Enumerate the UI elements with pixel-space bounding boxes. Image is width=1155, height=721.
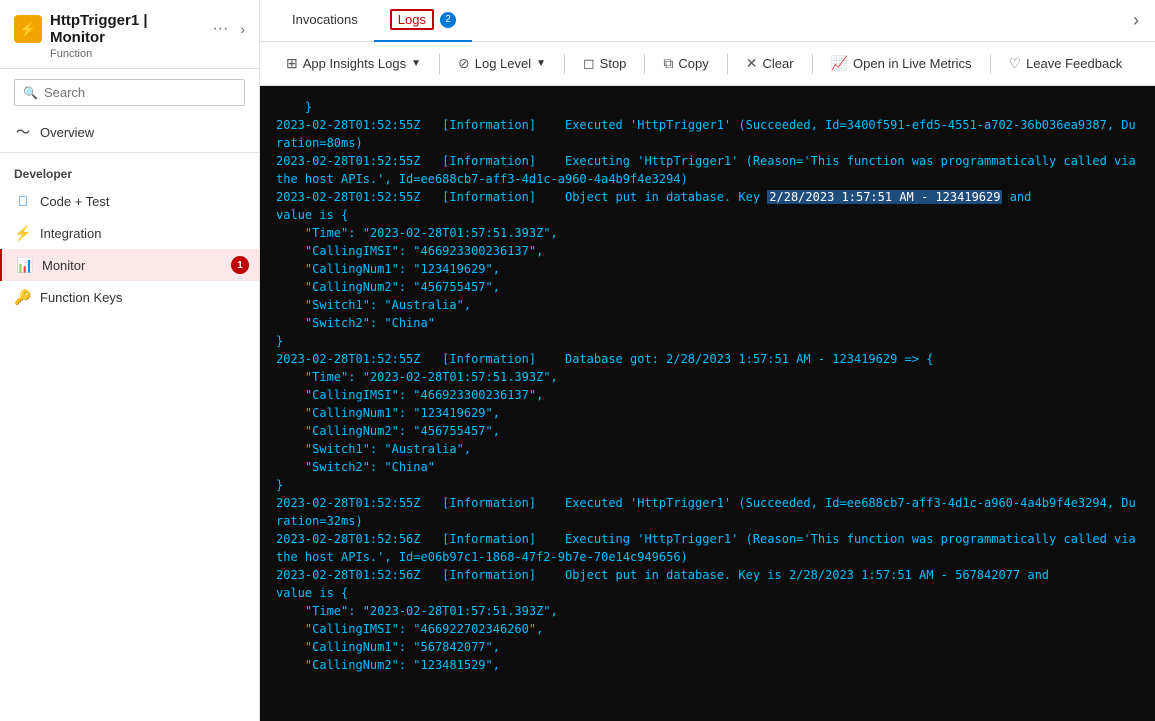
tab-logs-label: Logs [390,9,434,30]
highlight-selection: 2/28/2023 1:57:51 AM - 123419629 [767,190,1002,204]
separator-5 [812,54,813,74]
copy-label: Copy [678,56,708,71]
stop-button[interactable]: ◻ Stop [573,50,636,77]
live-metrics-icon: 📈 [831,55,848,72]
feedback-icon: ♡ [1009,55,1022,72]
search-icon: 🔍 [23,86,38,100]
stop-icon: ◻ [583,55,595,72]
sidebar-item-function-keys[interactable]: 🔑 Function Keys [0,281,259,313]
filter-icon: ⊘ [458,55,470,72]
open-live-metrics-button[interactable]: 📈 Open in Live Metrics [821,50,982,77]
log-area[interactable]: } 2023-02-28T01:52:55Z [Information] Exe… [260,86,1155,721]
toolbar: ⊞ App Insights Logs ▼ ⊘ Log Level ▼ ◻ St… [260,42,1155,86]
tab-logs-badge: 2 [440,12,456,28]
app-insights-logs-button[interactable]: ⊞ App Insights Logs ▼ [276,50,431,77]
sidebar-item-overview[interactable]: 〜 Overview [0,116,259,148]
search-input[interactable] [44,85,236,100]
tabs-bar: Invocations Logs 2 › [260,0,1155,42]
sidebar-item-code-test-label: Code + Test [40,194,110,209]
log-level-label: Log Level [475,56,531,71]
tab-logs[interactable]: Logs 2 [374,0,472,42]
clear-icon: ✕ [746,55,758,72]
log-text: } 2023-02-28T01:52:55Z [Information] Exe… [276,98,1139,674]
tab-invocations-label: Invocations [292,12,358,27]
sidebar: ⚡ HttpTrigger1 | Monitor ··· › Function … [0,0,260,721]
leave-feedback-button[interactable]: ♡ Leave Feedback [999,50,1133,77]
app-insights-logs-label: App Insights Logs [303,56,406,71]
sidebar-item-overview-label: Overview [40,125,94,140]
tab-invocations[interactable]: Invocations [276,2,374,39]
separator-1 [439,54,440,74]
app-insights-chevron-icon: ▼ [411,58,421,69]
stop-label: Stop [600,56,627,71]
separator-2 [564,54,565,74]
leave-feedback-label: Leave Feedback [1026,56,1122,71]
sidebar-item-integration-label: Integration [40,226,101,241]
code-test-icon: ⎕ [14,192,32,210]
monitor-badge: 1 [231,256,249,274]
copy-button[interactable]: ⧉ Copy [653,50,718,77]
monitor-icon: 📊 [16,256,34,274]
integration-icon: ⚡ [14,224,32,242]
sidebar-item-monitor[interactable]: 📊 Monitor 1 [0,249,259,281]
nav-divider [0,152,259,153]
main-content: Invocations Logs 2 › ⊞ App Insights Logs… [260,0,1155,721]
collapse-sidebar-icon[interactable]: › [240,21,245,37]
search-box[interactable]: 🔍 [14,79,245,106]
app-title: HttpTrigger1 | Monitor [50,12,204,46]
log-level-button[interactable]: ⊘ Log Level ▼ [448,50,556,77]
sidebar-item-integration[interactable]: ⚡ Integration [0,217,259,249]
sidebar-header: ⚡ HttpTrigger1 | Monitor ··· › Function [0,0,259,69]
clear-button[interactable]: ✕ Clear [736,50,804,77]
expand-icon[interactable]: › [1133,10,1139,31]
clear-label: Clear [763,56,794,71]
app-subtitle: Function [50,48,245,60]
open-live-metrics-label: Open in Live Metrics [853,56,972,71]
separator-3 [644,54,645,74]
more-icon[interactable]: ··· [212,20,228,38]
app-insights-icon: ⊞ [286,55,298,72]
sidebar-item-code-test[interactable]: ⎕ Code + Test [0,185,259,217]
app-icon: ⚡ [14,15,42,43]
function-keys-icon: 🔑 [14,288,32,306]
separator-6 [990,54,991,74]
log-level-chevron-icon: ▼ [536,58,546,69]
app-title-row: ⚡ HttpTrigger1 | Monitor ··· › [14,12,245,46]
separator-4 [727,54,728,74]
developer-section-label: Developer [0,157,259,185]
copy-icon: ⧉ [663,55,673,72]
sidebar-item-function-keys-label: Function Keys [40,290,122,305]
overview-icon: 〜 [14,123,32,141]
sidebar-item-monitor-label: Monitor [42,258,85,273]
